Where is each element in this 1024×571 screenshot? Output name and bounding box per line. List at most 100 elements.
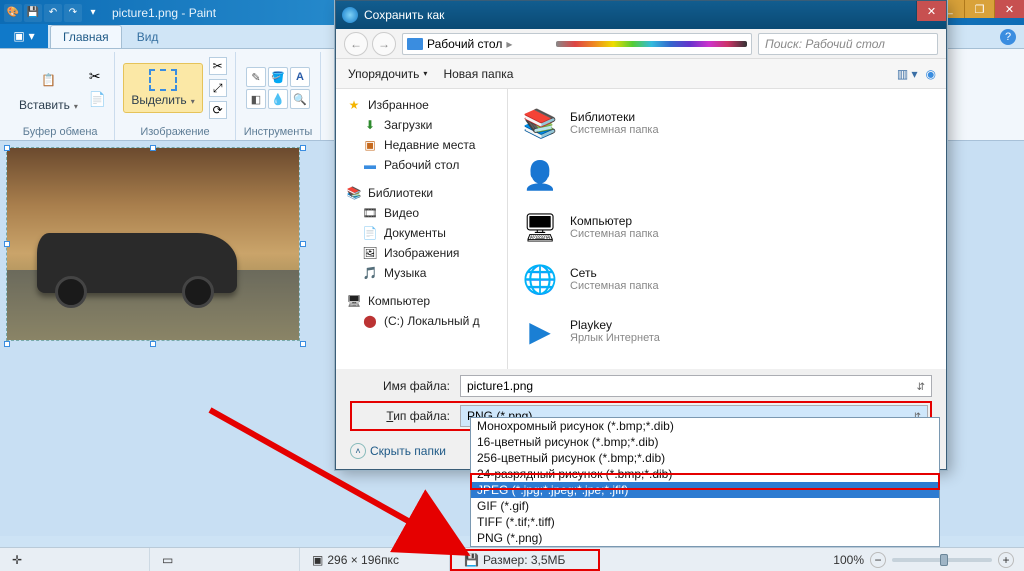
tab-home[interactable]: Главная — [50, 25, 122, 48]
window-title: picture1.png - Paint — [112, 6, 216, 20]
star-icon: ★ — [346, 97, 362, 113]
handle-nw[interactable] — [4, 145, 10, 151]
cut-icon[interactable]: ✂ — [89, 68, 106, 85]
text-icon[interactable]: A — [290, 67, 310, 87]
filename-label: Имя файла: — [350, 379, 450, 393]
chevron-up-circle-icon: ˄ — [350, 443, 366, 459]
qat-save-icon[interactable]: 💾 — [24, 4, 42, 22]
new-folder-button[interactable]: Новая папка — [443, 67, 513, 81]
pencil-icon[interactable]: ✎ — [246, 67, 266, 87]
handle-e[interactable] — [300, 241, 306, 247]
libraries-large-icon: 📚 — [520, 103, 560, 143]
change-view-button[interactable]: ▥ ▾ — [897, 67, 918, 81]
filetype-option[interactable]: PNG (*.png) — [471, 530, 939, 546]
filetype-dropdown-list[interactable]: Монохромный рисунок (*.bmp;*.dib) 16-цве… — [470, 417, 940, 547]
selection-icon: ▭ — [162, 553, 173, 567]
tree-videos[interactable]: 🎞Видео — [340, 203, 503, 223]
zoom-slider[interactable] — [892, 558, 992, 562]
computer-large-icon: 🖥 — [520, 207, 560, 247]
tree-computer[interactable]: 🖥Компьютер — [340, 291, 503, 311]
tree-downloads[interactable]: ⬇Загрузки — [340, 115, 503, 135]
desktop-icon — [407, 38, 423, 50]
filetype-option[interactable]: 16-цветный рисунок (*.bmp;*.dib) — [471, 434, 939, 450]
network-large-icon: 🌐 — [520, 259, 560, 299]
zoom-in-button[interactable]: + — [998, 552, 1014, 568]
tree-music[interactable]: 🎵Музыка — [340, 263, 503, 283]
dialog-icon — [342, 7, 358, 23]
color-strip — [556, 41, 747, 47]
qat-paint-icon: 🎨 — [4, 4, 22, 22]
search-input[interactable]: Поиск: Рабочий стол — [758, 33, 938, 55]
qat-redo-icon[interactable]: ↷ — [64, 4, 82, 22]
filetype-option[interactable]: 256-цветный рисунок (*.bmp;*.dib) — [471, 450, 939, 466]
tree-recent[interactable]: ▣Недавние места — [340, 135, 503, 155]
resize-icon[interactable]: ⤢ — [209, 79, 227, 97]
dialog-close-button[interactable]: ✕ — [916, 1, 946, 21]
chevron-right-icon[interactable]: ▸ — [506, 37, 512, 51]
dims-icon: ▣ — [312, 553, 323, 567]
picker-icon[interactable]: 💧 — [268, 89, 288, 109]
magnify-icon[interactable]: 🔍 — [290, 89, 310, 109]
handle-se[interactable] — [300, 341, 306, 347]
group-label-tools: Инструменты — [244, 124, 313, 140]
canvas-image[interactable] — [6, 147, 300, 341]
filetype-option[interactable]: 24-разрядный рисунок (*.bmp;*.dib) — [471, 466, 939, 482]
recent-icon: ▣ — [362, 137, 378, 153]
organize-button[interactable]: Упорядочить ▾ — [348, 67, 427, 81]
tree-images[interactable]: 🖼Изображения — [340, 243, 503, 263]
tree-libraries[interactable]: 📚Библиотеки — [340, 183, 503, 203]
maximize-button[interactable]: ❐ — [964, 0, 994, 18]
qat-more-icon[interactable]: ▾ — [84, 4, 102, 22]
image-icon: 🖼 — [362, 245, 378, 261]
fill-icon[interactable]: 🪣 — [268, 67, 288, 87]
handle-n[interactable] — [150, 145, 156, 151]
tree-favorites[interactable]: ★Избранное — [340, 95, 503, 115]
list-item[interactable]: 👤 — [516, 149, 938, 201]
file-list[interactable]: 📚БиблиотекиСистемная папка 👤 🖥КомпьютерС… — [508, 89, 946, 369]
crop-icon[interactable]: ✂ — [209, 57, 227, 75]
filename-dropdown-icon[interactable] — [917, 379, 925, 393]
dialog-title: Сохранить как — [364, 8, 444, 22]
breadcrumb[interactable]: Рабочий стол ▸ — [402, 33, 752, 55]
list-item[interactable]: 🖥КомпьютерСистемная папка — [516, 201, 938, 253]
tree-desktop[interactable]: ▬Рабочий стол — [340, 155, 503, 175]
eraser-icon[interactable]: ◧ — [246, 89, 266, 109]
tree-documents[interactable]: 📄Документы — [340, 223, 503, 243]
handle-ne[interactable] — [300, 145, 306, 151]
zoom-controls: 100% − + — [823, 552, 1024, 568]
filetype-option-jpeg[interactable]: JPEG (*.jpg;*.jpeg;*.jpe;*.jfif) — [471, 482, 939, 498]
tree-drive-c[interactable]: ⬤(С:) Локальный д — [340, 311, 503, 331]
list-item[interactable]: 📚БиблиотекиСистемная папка — [516, 97, 938, 149]
zoom-out-button[interactable]: − — [870, 552, 886, 568]
handle-s[interactable] — [150, 341, 156, 347]
qat-undo-icon[interactable]: ↶ — [44, 4, 62, 22]
save-as-dialog: Сохранить как ✕ ← → Рабочий стол ▸ Поиск… — [335, 0, 947, 470]
filename-input[interactable]: picture1.png — [460, 375, 932, 397]
filetype-option[interactable]: GIF (*.gif) — [471, 498, 939, 514]
close-button[interactable]: ✕ — [994, 0, 1024, 18]
help-small-icon[interactable]: ◉ — [926, 67, 936, 81]
doc-icon: 📄 — [362, 225, 378, 241]
list-item[interactable]: 🌐СетьСистемная папка — [516, 253, 938, 305]
video-icon: 🎞 — [362, 205, 378, 221]
music-icon: 🎵 — [362, 265, 378, 281]
copy-icon[interactable]: 📄 — [89, 91, 106, 108]
hide-folders-button[interactable]: ˄Скрыть папки — [350, 443, 446, 459]
nav-forward-button[interactable]: → — [372, 32, 396, 56]
filetype-option[interactable]: Монохромный рисунок (*.bmp;*.dib) — [471, 418, 939, 434]
list-item[interactable]: ▶PlaykeyЯрлык Интернета — [516, 305, 938, 357]
handle-w[interactable] — [4, 241, 10, 247]
file-menu-button[interactable]: ▣▾ — [0, 24, 48, 48]
nav-tree[interactable]: ★Избранное ⬇Загрузки ▣Недавние места ▬Ра… — [336, 89, 508, 369]
paste-button[interactable]: 📋 Вставить — [14, 61, 83, 115]
filetype-option[interactable]: TIFF (*.tif;*.tiff) — [471, 514, 939, 530]
file-size-cell: 💾Размер: 3,5МБ — [450, 549, 600, 571]
tab-view[interactable]: Вид — [124, 25, 172, 48]
rotate-icon[interactable]: ⟳ — [209, 101, 227, 119]
select-button[interactable]: Выделить — [126, 66, 199, 110]
dialog-title-bar[interactable]: Сохранить как ✕ — [336, 1, 946, 29]
computer-icon: 🖥 — [346, 293, 362, 309]
help-icon[interactable]: ? — [1000, 29, 1016, 45]
handle-sw[interactable] — [4, 341, 10, 347]
nav-back-button[interactable]: ← — [344, 32, 368, 56]
